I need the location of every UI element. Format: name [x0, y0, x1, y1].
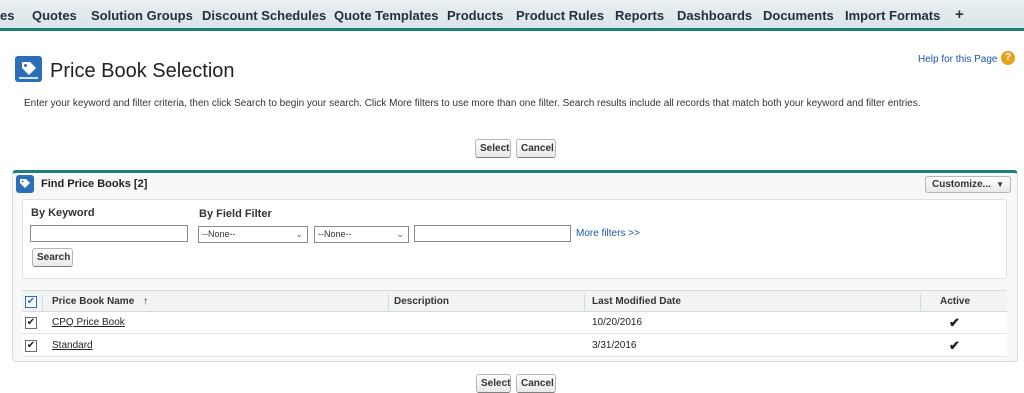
by-field-filter-label: By Field Filter — [199, 208, 272, 220]
price-tag-icon-small — [16, 175, 34, 193]
tab-dashboards[interactable]: Dashboards — [677, 8, 752, 23]
customize-label: Customize... — [932, 179, 991, 190]
active-check-icon: ✔ — [949, 338, 960, 353]
table-row: ✔ CPQ Price Book 10/20/2016 ✔ — [22, 312, 1007, 334]
tab-discount-schedules[interactable]: Discount Schedules — [202, 8, 326, 23]
last-modified-cell: 10/20/2016 — [592, 317, 643, 328]
tab-quote-templates[interactable]: Quote Templates — [334, 8, 439, 23]
table-row: ✔ Standard 3/31/2016 ✔ — [22, 335, 1007, 357]
tab-documents[interactable]: Documents — [763, 8, 834, 23]
select-button-top[interactable]: Select — [475, 139, 511, 158]
tab-import-formats[interactable]: Import Formats — [845, 8, 940, 23]
row-checkbox[interactable]: ✔ — [25, 317, 37, 329]
price-book-name-link[interactable]: CPQ Price Book — [52, 312, 125, 334]
table-header-row: ✔ Price Book Name ↑ Description Last Mod… — [22, 290, 1007, 312]
price-tag-icon — [15, 56, 42, 82]
instructions-text: Enter your keyword and filter criteria, … — [24, 98, 921, 109]
search-button[interactable]: Search — [32, 248, 73, 267]
column-header-name-label: Price Book Name — [52, 296, 135, 307]
top-navigation-bar: es Quotes Solution Groups Discount Sched… — [0, 0, 1024, 31]
row-checkbox[interactable]: ✔ — [25, 340, 37, 352]
page-title: Price Book Selection — [50, 60, 235, 82]
sort-ascending-icon: ↑ — [143, 296, 149, 307]
tab-solution-groups[interactable]: Solution Groups — [91, 8, 193, 23]
chevron-down-icon: ⌄ — [396, 229, 404, 239]
cancel-button-bottom[interactable]: Cancel — [516, 374, 556, 393]
more-filters-link[interactable]: More filters >> — [576, 228, 640, 239]
filter-operator-value: --None-- — [318, 229, 352, 239]
filter-field-select[interactable]: --None-- ⌄ — [198, 226, 308, 243]
tab-product-rules[interactable]: Product Rules — [516, 8, 604, 23]
filter-field-value: --None-- — [202, 229, 236, 239]
column-header-active[interactable]: Active — [940, 291, 970, 313]
chevron-down-icon: ▼ — [996, 180, 1004, 189]
by-keyword-label: By Keyword — [31, 207, 95, 219]
column-divider — [42, 294, 43, 310]
keyword-input[interactable] — [30, 225, 188, 242]
cancel-button-top[interactable]: Cancel — [516, 139, 556, 158]
panel-title: Find Price Books [2] — [41, 178, 148, 190]
column-header-last-modified[interactable]: Last Modified Date — [592, 291, 681, 313]
column-divider — [920, 294, 921, 310]
help-icon[interactable]: ? — [1001, 51, 1015, 65]
select-button-bottom[interactable]: Select — [476, 374, 511, 393]
last-modified-cell: 3/31/2016 — [592, 340, 637, 351]
column-divider — [388, 294, 389, 310]
price-book-name-link[interactable]: Standard — [52, 335, 93, 357]
select-all-checkbox[interactable]: ✔ — [25, 296, 37, 308]
help-link[interactable]: Help for this Page — [918, 54, 998, 65]
tab-quotes[interactable]: Quotes — [32, 8, 77, 23]
add-tab-icon[interactable]: + — [955, 6, 964, 23]
filter-value-input[interactable] — [414, 225, 571, 242]
price-book-name[interactable]: Standard — [52, 340, 93, 351]
customize-dropdown[interactable]: Customize... ▼ — [925, 176, 1011, 193]
active-check-icon: ✔ — [949, 315, 960, 330]
tab-products[interactable]: Products — [447, 8, 503, 23]
column-divider — [584, 294, 585, 310]
column-header-description[interactable]: Description — [394, 291, 449, 313]
column-header-name[interactable]: Price Book Name ↑ — [52, 291, 148, 313]
chevron-down-icon: ⌄ — [295, 229, 303, 239]
tab-reports[interactable]: Reports — [615, 8, 664, 23]
price-book-name[interactable]: CPQ Price Book — [52, 317, 125, 328]
filter-operator-select[interactable]: --None-- ⌄ — [314, 226, 409, 243]
tab-partial[interactable]: es — [0, 8, 14, 23]
